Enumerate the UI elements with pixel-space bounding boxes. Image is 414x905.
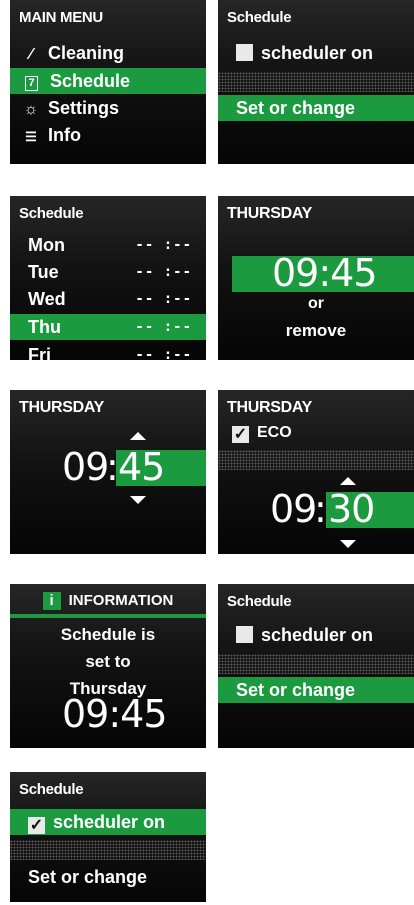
- info-line-2: set to: [85, 652, 131, 671]
- menu-item-cleaning[interactable]: ⁄ Cleaning: [10, 40, 206, 66]
- menu-item-label: Settings: [48, 98, 120, 118]
- minutes-value[interactable]: 45: [118, 445, 165, 489]
- time-separator: :: [106, 445, 119, 489]
- day-label: Wed: [28, 289, 66, 309]
- day-label: Mon: [28, 235, 65, 255]
- day-row-wed[interactable]: Wed -- :--: [10, 286, 206, 312]
- screen-title: Schedule: [19, 205, 84, 222]
- menu-item-label: Schedule: [50, 71, 131, 91]
- info-icon: ☰: [25, 129, 37, 144]
- menu-item-label: Info: [48, 125, 81, 145]
- time-value: -- :--: [135, 237, 192, 253]
- time-separator: :: [314, 487, 327, 531]
- arrow-down-icon[interactable]: [130, 496, 146, 504]
- eco-label: ECO: [257, 424, 292, 441]
- calendar-icon: 7: [25, 76, 38, 91]
- divider: [218, 654, 414, 674]
- time-display[interactable]: 09:45: [272, 251, 378, 295]
- time-value: -- :--: [135, 319, 192, 335]
- hours-value: 09: [270, 487, 317, 531]
- checkbox-icon: [236, 626, 253, 643]
- menu-item-info[interactable]: ☰ Info: [10, 122, 206, 148]
- scheduler-label: scheduler on: [261, 625, 374, 645]
- action-label: Set or change: [28, 867, 148, 887]
- or-label: or: [308, 295, 324, 312]
- menu-item-label: Cleaning: [48, 43, 125, 63]
- arrow-down-icon[interactable]: [340, 540, 356, 548]
- info-time: 09:45: [62, 692, 168, 736]
- time-value: -- :--: [135, 347, 192, 360]
- set-or-change-button[interactable]: Set or change: [10, 864, 206, 890]
- header-bar: [10, 614, 206, 618]
- scheduler-label: scheduler on: [53, 812, 166, 832]
- day-row-fri[interactable]: Fri -- :--: [10, 342, 206, 360]
- checkmark-icon: ✓: [232, 426, 249, 443]
- time-value: -- :--: [135, 264, 192, 280]
- schedule-screen: Schedule ✓ scheduler on Set or change: [10, 772, 206, 902]
- remove-option[interactable]: remove: [218, 318, 414, 344]
- schedule-screen: Schedule scheduler on Set or change: [218, 0, 414, 164]
- screen-title: Schedule: [227, 593, 292, 610]
- day-row-thu[interactable]: Thu -- :--: [10, 314, 206, 340]
- hours-value: 09: [62, 445, 109, 489]
- divider: [218, 72, 414, 92]
- day-label: Tue: [28, 262, 59, 282]
- thursday-eco-screen: THURSDAY ✓ ECO 09 : 30: [218, 390, 414, 554]
- broom-icon: ⁄: [29, 46, 33, 63]
- info-icon: i: [42, 592, 61, 610]
- schedule-screen: Schedule scheduler on Set or change: [218, 584, 414, 748]
- action-label: Set or change: [236, 98, 356, 118]
- eco-toggle[interactable]: ✓ ECO: [218, 420, 414, 446]
- divider: [218, 450, 414, 470]
- minutes-value[interactable]: 30: [328, 487, 375, 531]
- set-or-change-button[interactable]: Set or change: [218, 95, 414, 121]
- day-label: Thu: [28, 317, 61, 337]
- thursday-edit-screen: THURSDAY 09:45 or remove: [218, 196, 414, 360]
- screen-title: Schedule: [19, 781, 84, 798]
- thursday-minutes-screen: THURSDAY 09 : 45: [10, 390, 206, 554]
- main-menu-title: MAIN MENU: [19, 9, 103, 26]
- day-row-mon[interactable]: Mon -- :--: [10, 232, 206, 258]
- day-row-tue[interactable]: Tue -- :--: [10, 259, 206, 285]
- information-screen: i INFORMATION Schedule is set to Thursday…: [10, 584, 206, 748]
- screen-title: THURSDAY: [19, 399, 105, 416]
- arrow-up-icon[interactable]: [340, 477, 356, 485]
- screen-title: Schedule: [227, 9, 292, 26]
- scheduler-toggle[interactable]: scheduler on: [218, 40, 414, 66]
- menu-item-schedule[interactable]: 7 Schedule: [10, 68, 206, 94]
- time-value: -- :--: [135, 291, 192, 307]
- scheduler-toggle[interactable]: scheduler on: [218, 622, 414, 648]
- arrow-up-icon[interactable]: [130, 432, 146, 440]
- action-label: Set or change: [236, 680, 356, 700]
- info-title: INFORMATION: [68, 592, 174, 609]
- main-menu-screen: MAIN MENU ⁄ Cleaning 7 Schedule ☼ Settings …: [10, 0, 206, 164]
- checkbox-icon: [236, 44, 253, 61]
- day-list-screen: Schedule Mon -- :-- Tue -- :-- Wed -- :-- T…: [10, 196, 206, 360]
- gear-icon: ☼: [23, 101, 39, 118]
- menu-item-settings[interactable]: ☼ Settings: [10, 95, 206, 121]
- screen-title: THURSDAY: [227, 205, 313, 222]
- screen-title: THURSDAY: [227, 399, 313, 416]
- info-header: i INFORMATION: [10, 590, 206, 612]
- scheduler-label: scheduler on: [261, 43, 374, 63]
- set-or-change-button[interactable]: Set or change: [218, 677, 414, 703]
- scheduler-toggle[interactable]: ✓ scheduler on: [10, 809, 206, 835]
- day-label: Fri: [28, 345, 52, 360]
- divider: [10, 840, 206, 860]
- checkmark-icon: ✓: [28, 817, 45, 834]
- info-line-1: Schedule is: [60, 625, 156, 644]
